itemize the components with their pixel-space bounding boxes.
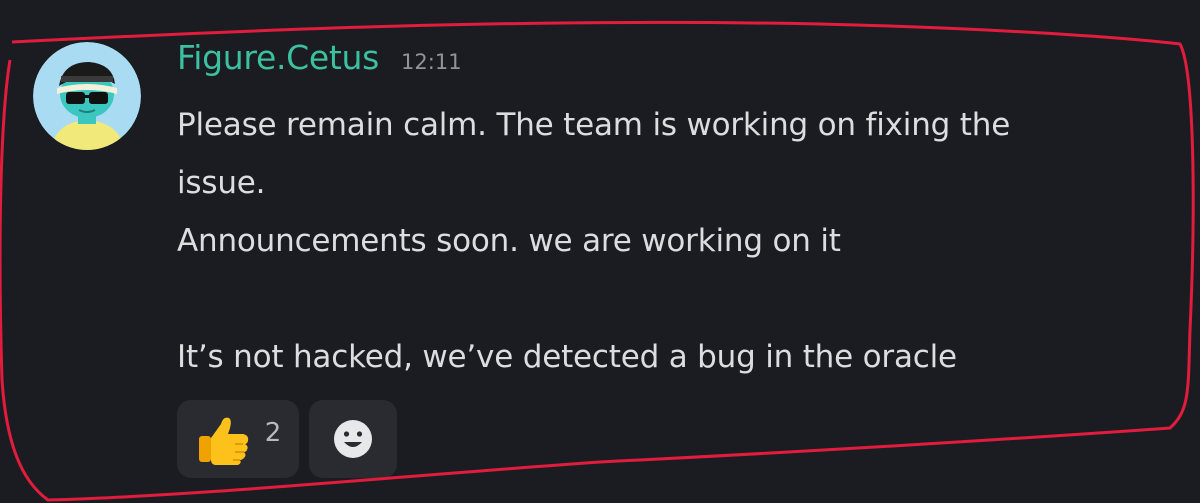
- message-line: Announcements soon. we are working on it: [177, 223, 841, 259]
- username[interactable]: Figure.Cetus: [177, 38, 379, 77]
- message-body: Please remain calm. The team is working …: [177, 96, 1177, 386]
- thumbs-up-reaction-button[interactable]: 2: [177, 400, 299, 478]
- add-reaction-button[interactable]: [309, 400, 397, 478]
- message-line: It’s not hacked, we’ve detected a bug in…: [177, 339, 957, 375]
- message-header: Figure.Cetus 12:11: [177, 38, 462, 86]
- user-avatar[interactable]: [33, 42, 141, 150]
- reactions-bar: 2: [177, 400, 397, 478]
- smiley-icon: [334, 420, 372, 458]
- message-line: Please remain calm. The team is working …: [177, 107, 1011, 143]
- message-line: issue.: [177, 165, 266, 201]
- message-timestamp: 12:11: [401, 50, 462, 74]
- avatar-illustration-icon: [33, 42, 141, 150]
- reaction-count: 2: [264, 418, 282, 448]
- thumbs-up-icon: [198, 417, 248, 465]
- chat-screenshot: Figure.Cetus 12:11 Please remain calm. T…: [0, 0, 1200, 503]
- chat-message: Figure.Cetus 12:11 Please remain calm. T…: [0, 0, 1200, 503]
